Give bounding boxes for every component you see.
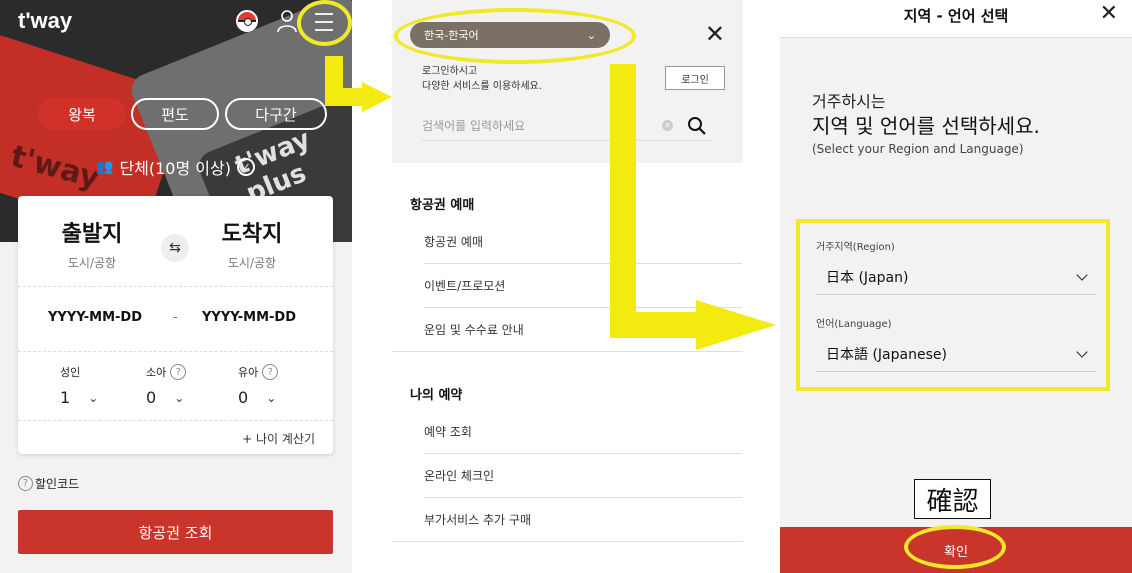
adult-count: 1: [60, 388, 71, 407]
age-calculator-link[interactable]: + 나이 계산기: [242, 430, 315, 447]
tab-multi-city[interactable]: 다구간: [225, 98, 327, 130]
tutorial-arrow-1-bar: [325, 88, 367, 106]
card-divider: [18, 420, 333, 421]
language-select[interactable]: 日本語 (Japanese): [816, 336, 1096, 372]
destination-subtitle: 도시/공항: [227, 256, 277, 270]
chevron-down-icon: ⌄: [174, 390, 185, 405]
destination-selector[interactable]: 도착지 도시/공항: [192, 216, 312, 271]
chevron-down-icon: [1076, 345, 1088, 358]
origin-selector[interactable]: 출발지 도시/공항: [32, 216, 152, 271]
help-icon[interactable]: ?: [262, 364, 279, 380]
adult-passenger-select[interactable]: 성인 1 ⌄: [60, 364, 140, 407]
region-intro-english: (Select your Region and Language): [812, 142, 1024, 156]
chevron-down-icon: ⌄: [266, 390, 277, 405]
group-booking-toggle[interactable]: 👥 단체(10명 이상) ✓: [96, 155, 255, 179]
search-icon[interactable]: [687, 116, 707, 136]
menu-header: 한국-한국어 ⌄ ✕ 로그인하시고 다양한 서비스를 이용하세요. 로그인 검색…: [392, 0, 743, 163]
language-label: 언어(Language): [816, 319, 892, 330]
tutorial-arrow-1-head: [362, 82, 392, 112]
menu-highlight-circle: [297, 0, 352, 46]
login-message-line-2: 다양한 서비스를 이용하세요.: [422, 81, 542, 92]
infant-count: 0: [238, 388, 249, 407]
destination-title: 도착지: [221, 222, 283, 247]
region-intro-line-1: 거주하시는: [812, 92, 886, 111]
tutorial-arrow-2-head: [696, 300, 776, 350]
promo-code-link[interactable]: ? 할인코드: [18, 475, 79, 492]
booking-home-panel: t'way t'way plus t'way 왕복 편도 다구간 👥 단체(10…: [0, 0, 352, 573]
tab-round-trip[interactable]: 왕복: [38, 98, 126, 130]
departure-date-field[interactable]: YYYY-MM-DD: [48, 310, 142, 325]
chevron-down-icon: ⌄: [88, 390, 99, 405]
tway-logo[interactable]: t'way: [18, 8, 72, 34]
booking-form-card: 출발지 도시/공항 ⇆ 도착지 도시/공항 YYYY-MM-DD - YYYY-…: [18, 196, 333, 454]
close-icon[interactable]: ✕: [705, 22, 725, 46]
card-divider: [18, 286, 333, 287]
user-icon[interactable]: [276, 9, 298, 33]
menu-item-events[interactable]: 이벤트/프로모션: [424, 264, 742, 308]
menu-section-booking: 항공권 예매: [410, 198, 475, 213]
menu-item-book-ticket[interactable]: 항공권 예매: [424, 220, 742, 264]
child-label: 소아: [146, 366, 167, 379]
close-icon[interactable]: ✕: [1100, 3, 1118, 25]
region-title: 지역 - 언어 선택: [903, 7, 1009, 25]
date-separator: -: [173, 310, 178, 325]
search-flights-button[interactable]: 항공권 조회: [18, 510, 333, 554]
side-menu-panel: 한국-한국어 ⌄ ✕ 로그인하시고 다양한 서비스를 이용하세요. 로그인 검색…: [392, 0, 743, 573]
menu-item-online-checkin[interactable]: 온라인 체크인: [424, 454, 742, 498]
menu-item-reservation-lookup[interactable]: 예약 조회: [424, 410, 742, 454]
check-circle-icon[interactable]: ✓: [236, 158, 255, 176]
clear-icon[interactable]: ✕: [662, 120, 673, 131]
promo-code-label: 할인코드: [35, 477, 80, 491]
chevron-down-icon: [1076, 268, 1088, 281]
region-header: 지역 - 언어 선택 ✕: [780, 0, 1132, 38]
group-booking-label: 단체(10명 이상): [119, 159, 231, 178]
origin-subtitle: 도시/공항: [67, 256, 117, 270]
child-passenger-select[interactable]: 소아? 0 ⌄: [146, 364, 226, 407]
menu-item-extra-services[interactable]: 부가서비스 추가 구매: [392, 498, 743, 542]
tutorial-arrow-2-stem: [610, 64, 636, 338]
login-message-line-1: 로그인하시고: [422, 66, 478, 77]
return-date-field[interactable]: YYYY-MM-DD: [202, 310, 296, 325]
login-message: 로그인하시고 다양한 서비스를 이용하세요.: [422, 64, 542, 94]
region-select[interactable]: 日本 (Japan): [816, 259, 1096, 295]
menu-section-my-reservation: 나의 예약: [410, 388, 463, 403]
child-count: 0: [146, 388, 157, 407]
confirm-annotation: 確認: [914, 479, 991, 519]
pokeball-icon[interactable]: [236, 10, 258, 32]
confirm-highlight-circle: [904, 525, 1006, 569]
group-people-icon: 👥: [96, 159, 114, 175]
language-highlight-circle: [394, 8, 636, 64]
infant-passenger-select[interactable]: 유아? 0 ⌄: [238, 364, 318, 407]
tab-one-way[interactable]: 편도: [131, 98, 219, 130]
region-intro-line-2: 지역 및 언어를 선택하세요.: [812, 114, 1040, 138]
card-divider: [18, 351, 333, 352]
origin-title: 출발지: [61, 222, 123, 247]
swap-route-button[interactable]: ⇆: [161, 234, 189, 262]
infant-label: 유아: [238, 366, 259, 379]
help-icon[interactable]: ?: [18, 476, 33, 491]
login-button[interactable]: 로그인: [665, 66, 725, 90]
help-icon[interactable]: ?: [170, 364, 187, 380]
region-language-panel: 지역 - 언어 선택 ✕ 거주하시는 지역 및 언어를 선택하세요. (Sele…: [780, 0, 1132, 573]
region-value: 日本 (Japan): [826, 269, 909, 286]
adult-label: 성인: [60, 366, 81, 379]
tutorial-arrow-2-bar: [610, 312, 700, 338]
region-label: 거주지역(Region): [816, 242, 895, 253]
language-select-value: 日本語 (Japanese): [826, 346, 947, 363]
